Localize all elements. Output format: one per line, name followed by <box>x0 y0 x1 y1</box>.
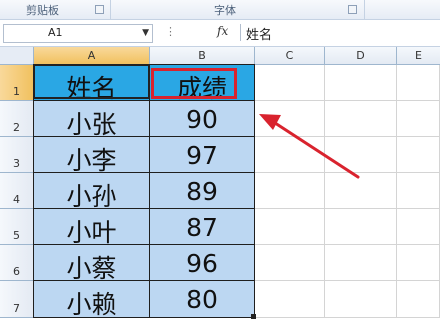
row-header-5[interactable]: 5 <box>0 209 34 245</box>
column-header-d[interactable]: D <box>325 47 397 65</box>
ribbon-group-bar: 剪贴板 字体 <box>0 0 440 20</box>
table-row-score[interactable]: 96 <box>150 245 255 281</box>
column-header-a[interactable]: A <box>34 47 150 65</box>
row-header-3[interactable]: 3 <box>0 137 34 173</box>
name-box[interactable]: A1 ▼ <box>3 24 153 43</box>
table-row-score[interactable]: 80 <box>150 281 255 318</box>
cell-b1-score-header[interactable]: 成绩 <box>150 65 255 103</box>
fill-handle[interactable] <box>251 314 256 319</box>
table-row-name[interactable]: 小蔡 <box>34 245 150 283</box>
row-header-1[interactable]: 1 <box>0 65 34 101</box>
row-header-6[interactable]: 6 <box>0 245 34 281</box>
clipboard-dialog-launcher-icon[interactable] <box>95 5 104 14</box>
group-divider <box>364 0 365 19</box>
clipboard-group-label: 剪贴板 <box>26 4 59 17</box>
font-group-label: 字体 <box>214 4 236 17</box>
row-header-4[interactable]: 4 <box>0 173 34 209</box>
chevron-down-icon[interactable]: ▼ <box>142 28 149 38</box>
table-row-score[interactable]: 87 <box>150 209 255 245</box>
table-row-score[interactable]: 97 <box>150 137 255 173</box>
insert-function-icon[interactable]: fx <box>217 24 228 38</box>
name-box-value: A1 <box>48 26 63 39</box>
table-row-name[interactable]: 小赖 <box>34 281 150 319</box>
table-row-score[interactable]: 89 <box>150 173 255 209</box>
table-row-name[interactable]: 小张 <box>34 101 150 139</box>
formula-value: 姓名 <box>246 28 273 43</box>
resize-grip-icon[interactable]: ⋮ <box>165 25 176 38</box>
table-row-name[interactable]: 小孙 <box>34 173 150 211</box>
row-header-7[interactable]: 7 <box>0 281 34 318</box>
group-divider <box>110 0 111 19</box>
formula-bar: A1 ▼ ⋮ fx 姓名 <box>0 20 440 47</box>
font-dialog-launcher-icon[interactable] <box>348 5 357 14</box>
formula-tools: ⋮ fx <box>157 24 238 41</box>
table-row-name[interactable]: 小叶 <box>34 209 150 247</box>
table-row-score[interactable]: 90 <box>150 101 255 137</box>
column-header-e[interactable]: E <box>397 47 440 65</box>
table-row-name[interactable]: 小李 <box>34 137 150 175</box>
cell-a1-name-header[interactable]: 姓名 <box>34 65 150 103</box>
row-header-2[interactable]: 2 <box>0 101 34 137</box>
column-header-c[interactable]: C <box>255 47 325 65</box>
formula-input[interactable]: 姓名 <box>240 24 440 43</box>
column-header-b[interactable]: B <box>150 47 255 65</box>
select-all-corner[interactable] <box>0 47 34 65</box>
